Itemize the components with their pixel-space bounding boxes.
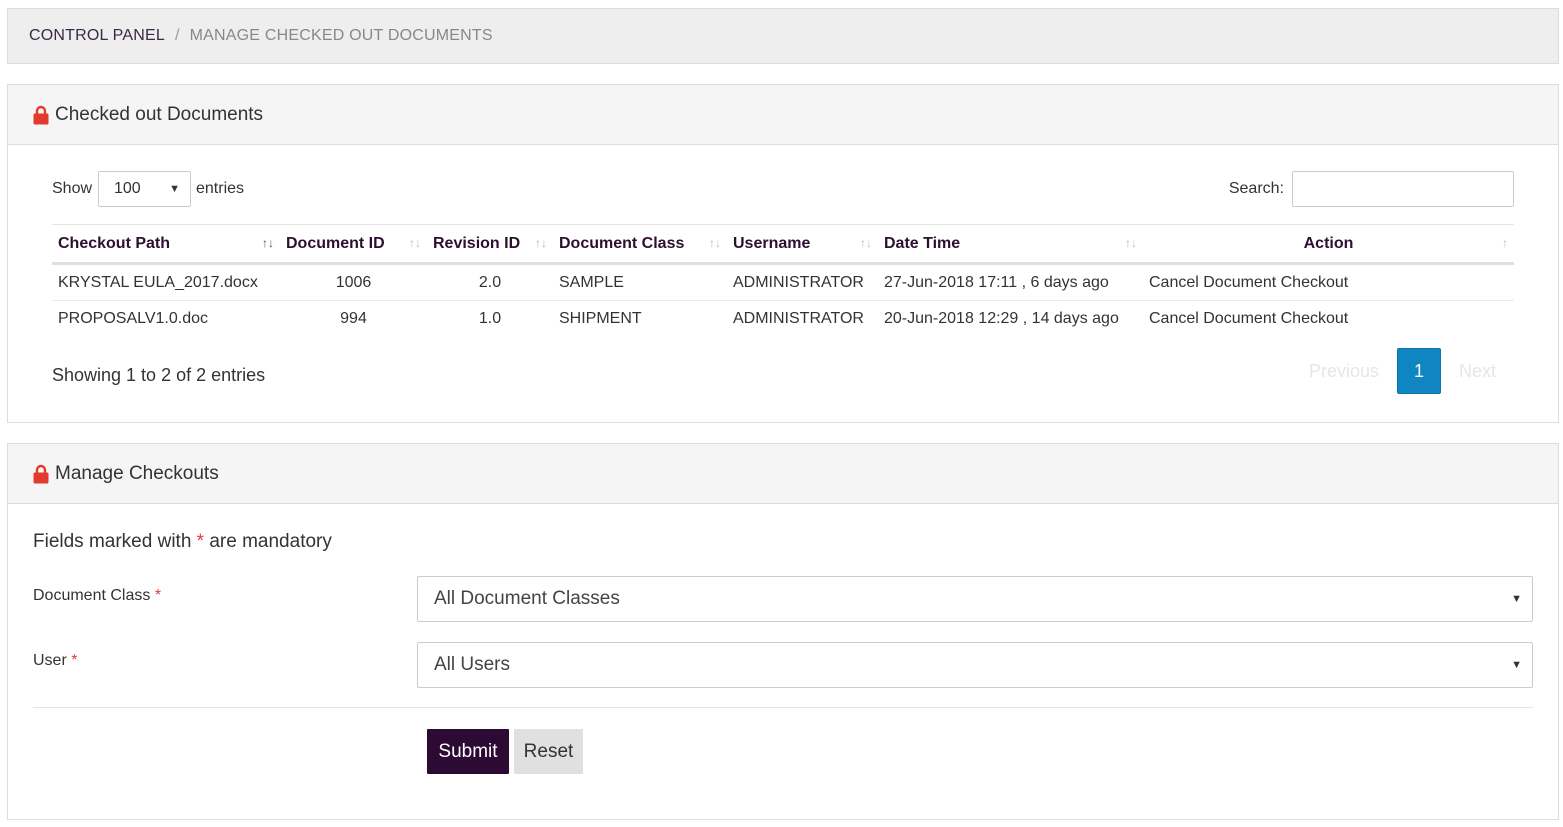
breadcrumb-control-panel-link[interactable]: CONTROL PANEL xyxy=(29,27,165,45)
checked-out-panel-heading: Checked out Documents xyxy=(8,85,1558,145)
required-asterisk: * xyxy=(154,587,162,604)
table-row: KRYSTAL EULA_2017.docx 1006 2.0 SAMPLE A… xyxy=(52,263,1514,301)
mandatory-note: Fields marked with * are mandatory xyxy=(33,531,332,552)
user-select[interactable]: All Users ▼ xyxy=(417,642,1533,688)
breadcrumb: CONTROL PANEL / MANAGE CHECKED OUT DOCUM… xyxy=(7,8,1559,64)
cell-document-id: 994 xyxy=(340,310,367,328)
pagination-next-button[interactable]: Next xyxy=(1441,361,1514,382)
pagination-previous-button[interactable]: Previous xyxy=(1291,361,1397,382)
lock-icon xyxy=(33,105,49,124)
chevron-down-icon: ▼ xyxy=(1511,593,1522,605)
sort-icon: ↑↓ xyxy=(535,236,547,250)
document-class-select[interactable]: All Document Classes ▼ xyxy=(417,576,1533,622)
form-divider xyxy=(33,707,1533,708)
column-header-username[interactable]: Username ↑↓ xyxy=(727,224,878,265)
search-input[interactable] xyxy=(1292,171,1514,207)
checked-out-documents-table: Checkout Path ↑↓ Document ID ↑↓ Revision I… xyxy=(52,224,1514,338)
sort-icon: ↑↓ xyxy=(409,236,421,250)
length-label-show: Show xyxy=(52,180,93,197)
column-header-date-time[interactable]: Date Time ↑↓ xyxy=(878,224,1143,265)
checked-out-documents-panel: Checked out Documents Show 100 ▼ entries… xyxy=(7,84,1559,423)
cell-date-time: 27-Jun-2018 17:11 , 6 days ago xyxy=(878,263,1143,301)
search-label: Search: xyxy=(1228,180,1284,197)
document-class-label: Document Class * xyxy=(33,587,162,604)
cell-checkout-path: KRYSTAL EULA_2017.docx xyxy=(52,263,280,301)
reset-button[interactable]: Reset xyxy=(514,729,583,774)
manage-checkouts-panel-title: Manage Checkouts xyxy=(55,462,219,484)
sort-icon: ↑↓ xyxy=(1125,236,1137,250)
column-header-checkout-path[interactable]: Checkout Path ↑↓ xyxy=(52,224,280,265)
breadcrumb-separator: / xyxy=(174,27,180,44)
column-header-action[interactable]: Action ↑ xyxy=(1143,224,1514,265)
cell-document-id: 1006 xyxy=(280,263,427,301)
column-header-document-id[interactable]: Document ID ↑↓ xyxy=(280,224,427,265)
checked-out-panel-title: Checked out Documents xyxy=(55,103,264,125)
chevron-down-icon: ▼ xyxy=(169,183,180,195)
pagination-page-1[interactable]: 1 xyxy=(1396,348,1441,394)
breadcrumb-current: MANAGE CHECKED OUT DOCUMENTS xyxy=(189,27,493,44)
cancel-checkout-link[interactable]: Cancel Document Checkout xyxy=(1143,301,1514,338)
cell-date-time: 20-Jun-2018 12:29 , 14 days ago xyxy=(884,310,1119,328)
cell-username: ADMINISTRATOR xyxy=(733,310,864,328)
cell-username: ADMINISTRATOR xyxy=(727,263,878,301)
length-label-entries: entries xyxy=(196,180,245,197)
sort-icon: ↑↓ xyxy=(860,236,872,250)
cell-document-class: SAMPLE xyxy=(553,263,727,301)
manage-checkouts-panel-heading: Manage Checkouts xyxy=(8,444,1558,504)
cancel-checkout-link[interactable]: Cancel Document Checkout xyxy=(1143,263,1514,301)
table-header-row: Checkout Path ↑↓ Document ID ↑↓ Revision I… xyxy=(52,224,1514,265)
entries-length-value: 100 xyxy=(114,180,141,197)
required-asterisk: * xyxy=(196,531,205,552)
sort-icon: ↑ xyxy=(1502,236,1508,250)
table-info: Showing 1 to 2 of 2 entries xyxy=(52,365,266,385)
pagination: Previous 1 Next xyxy=(1291,348,1514,394)
cell-revision-id: 1.0 xyxy=(478,310,502,328)
sort-icon: ↑↓ xyxy=(709,236,721,250)
table-row: PROPOSALV1.0.doc 994 1.0 SHIPMENT ADMINI… xyxy=(52,301,1514,338)
manage-checkouts-panel: Manage Checkouts Fields marked with * ar… xyxy=(7,443,1559,820)
user-label: User * xyxy=(33,652,78,669)
entries-length-select[interactable]: 100 ▼ xyxy=(98,171,191,207)
sort-icon: ↑↓ xyxy=(262,236,274,250)
cell-checkout-path: PROPOSALV1.0.doc xyxy=(58,310,208,328)
required-asterisk: * xyxy=(71,652,78,669)
submit-button[interactable]: Submit xyxy=(427,729,509,774)
column-header-document-class[interactable]: Document Class ↑↓ xyxy=(553,224,727,265)
user-select-value: All Users xyxy=(434,654,511,675)
cell-revision-id: 2.0 xyxy=(427,263,553,301)
column-header-revision-id[interactable]: Revision ID ↑↓ xyxy=(427,224,553,265)
chevron-down-icon: ▼ xyxy=(1511,659,1522,671)
table-controls: Show 100 ▼ entries Search: xyxy=(52,171,1514,207)
document-class-select-value: All Document Classes xyxy=(434,588,620,609)
cell-document-class: SHIPMENT xyxy=(559,310,642,328)
lock-icon xyxy=(33,464,49,483)
